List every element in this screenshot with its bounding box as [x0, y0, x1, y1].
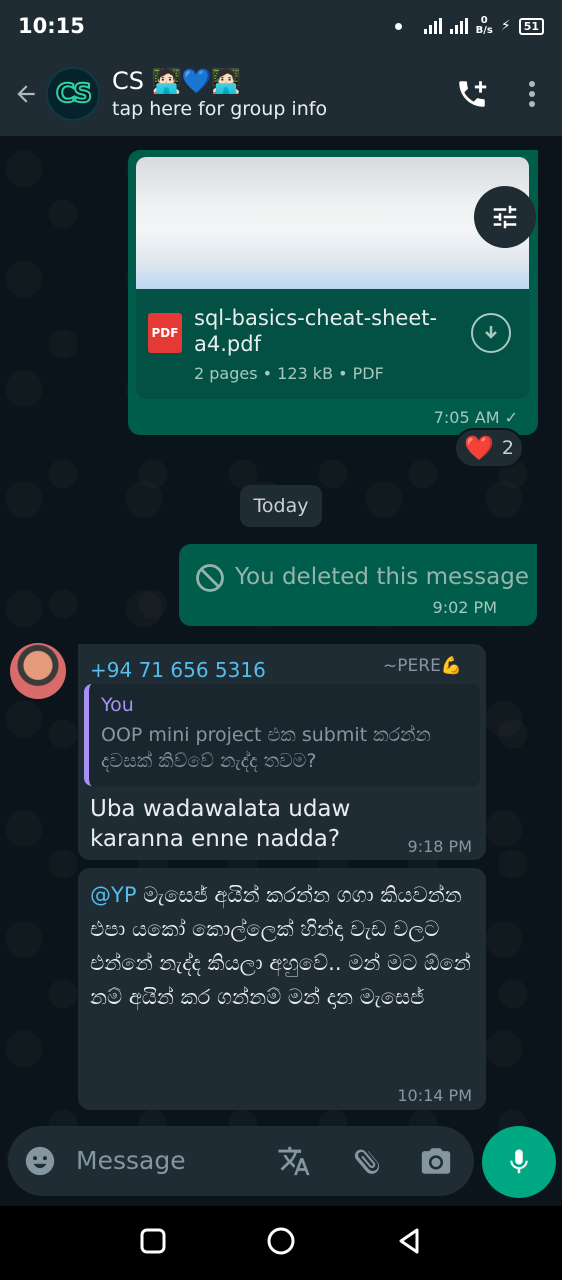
tune-icon[interactable] [474, 186, 536, 248]
attach-icon[interactable] [348, 1141, 388, 1181]
chat-area[interactable]: PDF sql-basics-cheat-sheet-a4.pdf 2 page… [0, 136, 562, 1206]
charging-icon: ⚡ [500, 18, 511, 34]
chat-header[interactable]: CS CS 🧑🏻‍💻💙🧑🏻‍💻 tap here for group info [0, 52, 562, 136]
message-time: 10:14 PM [397, 1086, 472, 1105]
reaction-count: 2 [501, 437, 514, 459]
deleted-message[interactable]: You deleted this message 9:02 PM [179, 544, 537, 626]
document-meta: 2 pages • 123 kB • PDF [194, 364, 384, 383]
network-speed: 0 B/s [475, 15, 493, 36]
mention[interactable]: @YP [90, 883, 137, 907]
emoji-icon[interactable] [20, 1141, 60, 1181]
group-subtitle: tap here for group info [112, 98, 328, 120]
date-separator: Today [240, 485, 322, 527]
signal-icon-2 [449, 18, 468, 34]
translate-icon[interactable] [274, 1141, 314, 1181]
group-info[interactable]: CS 🧑🏻‍💻💙🧑🏻‍💻 tap here for group info [112, 66, 442, 122]
notification-dot [394, 22, 402, 30]
document-info[interactable]: PDF sql-basics-cheat-sheet-a4.pdf 2 page… [136, 289, 529, 399]
camera-icon[interactable] [416, 1141, 456, 1181]
group-avatar[interactable]: CS [46, 67, 100, 121]
signal-icon [423, 18, 442, 34]
battery-icon: 51 [518, 17, 544, 35]
group-name: CS 🧑🏻‍💻💙🧑🏻‍💻 [112, 67, 242, 95]
message-composer[interactable]: Message [8, 1126, 474, 1196]
avatar[interactable] [10, 643, 66, 699]
document-name: sql-basics-cheat-sheet-a4.pdf [194, 306, 438, 356]
nav-circle-icon[interactable] [266, 1226, 296, 1260]
message-text: Uba wadawalata udaw karanna enne nadda? [90, 796, 351, 852]
incoming-message[interactable]: @YP මැසෙජ් අයින් කරන්න ගගා කියවන්න එපා ය… [78, 868, 486, 1110]
add-call-icon[interactable] [442, 64, 502, 124]
nav-square-icon[interactable] [139, 1227, 167, 1259]
message-text: @YP මැසෙජ් අයින් කරන්න ගගා කියවන්න එපා ය… [90, 883, 471, 1009]
status-time: 10:15 [18, 14, 85, 38]
document-preview[interactable] [136, 157, 529, 289]
system-nav-bar [0, 1206, 562, 1280]
sender-alias: ~PERE💪 [383, 656, 462, 676]
document-message[interactable]: PDF sql-basics-cheat-sheet-a4.pdf 2 page… [128, 150, 538, 435]
message-time: 7:05 AM ✓ [433, 408, 518, 427]
mic-icon[interactable] [482, 1126, 556, 1198]
status-indicators: 0 B/s ⚡ 51 [394, 15, 544, 36]
back-arrow-icon[interactable] [6, 64, 46, 124]
pdf-icon: PDF [148, 313, 182, 353]
sender-number[interactable]: +94 71 656 5316 [90, 658, 266, 682]
incoming-reply-message[interactable]: +94 71 656 5316 ~PERE💪 You OOP mini proj… [78, 644, 486, 860]
quote-text: OOP mini project එක submit කරන්න දවසක් ක… [101, 724, 431, 772]
download-icon[interactable] [471, 313, 511, 353]
reaction-badge[interactable]: ❤️ 2 [454, 428, 524, 468]
nav-back-icon[interactable] [395, 1227, 423, 1259]
more-vert-icon[interactable] [502, 64, 562, 124]
message-time: 9:02 PM [432, 598, 497, 617]
quote-author: You [101, 694, 134, 716]
heart-icon: ❤️ [464, 434, 494, 462]
message-input[interactable]: Message [76, 1146, 186, 1175]
message-time: 9:18 PM [407, 837, 472, 856]
deleted-text: You deleted this message [235, 564, 529, 590]
quoted-message[interactable]: You OOP mini project එක submit කරන්න දවස… [84, 684, 480, 786]
block-icon [196, 564, 224, 592]
status-bar: 10:15 0 B/s ⚡ 51 [0, 0, 562, 52]
